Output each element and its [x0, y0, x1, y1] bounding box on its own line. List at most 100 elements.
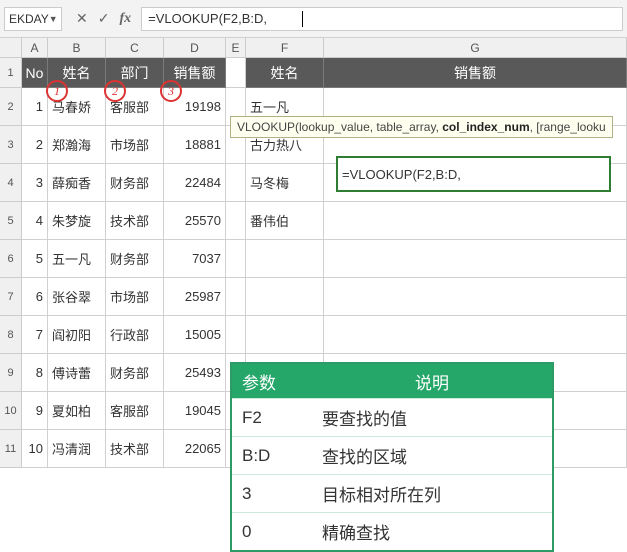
lookup-name[interactable]: 番伟伯 — [246, 202, 324, 240]
cell-dept[interactable]: 客服部 — [106, 392, 164, 430]
row-number[interactable]: 1 — [0, 58, 22, 88]
params-key: F2 — [232, 399, 312, 436]
formula-tooltip: VLOOKUP(lookup_value, table_array, col_i… — [230, 116, 613, 138]
row-number[interactable]: 3 — [0, 126, 22, 164]
confirm-icon[interactable]: ✓ — [98, 10, 110, 27]
cell-sales[interactable]: 22484 — [164, 164, 226, 202]
cancel-icon[interactable]: ✕ — [76, 10, 88, 27]
empty-cell[interactable] — [226, 164, 246, 202]
empty-cell[interactable] — [324, 240, 627, 278]
cell-sales[interactable]: 19045 — [164, 392, 226, 430]
cell-dept[interactable]: 行政部 — [106, 316, 164, 354]
chevron-down-icon[interactable]: ▼ — [49, 14, 58, 24]
row-number[interactable]: 11 — [0, 430, 22, 468]
params-val: 精确查找 — [312, 513, 552, 550]
formula-bar-input[interactable]: =VLOOKUP(F2,B:D, — [141, 7, 623, 31]
cell-name[interactable]: 傅诗蕾 — [48, 354, 106, 392]
text-caret — [302, 11, 303, 27]
column-headers: A B C D E F G — [0, 38, 627, 58]
cell-name[interactable]: 朱梦旋 — [48, 202, 106, 240]
cell-name[interactable]: 五一凡 — [48, 240, 106, 278]
formula-bar-text: =VLOOKUP(F2,B:D, — [148, 11, 267, 26]
cell-dept[interactable]: 技术部 — [106, 430, 164, 468]
cell-sales[interactable]: 25493 — [164, 354, 226, 392]
empty-cell[interactable] — [226, 240, 246, 278]
cell-no[interactable]: 6 — [22, 278, 48, 316]
cell-no[interactable]: 7 — [22, 316, 48, 354]
col-header-f[interactable]: F — [246, 38, 324, 57]
header-sales: 销售额 — [164, 58, 226, 88]
lookup-result-cell[interactable] — [324, 202, 627, 240]
empty-cell[interactable] — [324, 278, 627, 316]
cell-no[interactable]: 5 — [22, 240, 48, 278]
col-header-d[interactable]: D — [164, 38, 226, 57]
params-key: B:D — [232, 437, 312, 474]
cell-dept[interactable]: 市场部 — [106, 126, 164, 164]
cell-name[interactable]: 马春娇 — [48, 88, 106, 126]
cell-sales[interactable]: 18881 — [164, 126, 226, 164]
col-header-c[interactable]: C — [106, 38, 164, 57]
col-header-e[interactable]: E — [226, 38, 246, 57]
corner-cell[interactable] — [0, 38, 22, 57]
params-header-val: 说明 — [312, 364, 552, 398]
cell-dept[interactable]: 技术部 — [106, 202, 164, 240]
params-header-key: 参数 — [232, 364, 312, 398]
cell-sales[interactable]: 25987 — [164, 278, 226, 316]
row-number[interactable]: 8 — [0, 316, 22, 354]
name-box-value: EKDAY — [9, 12, 49, 26]
cell-name[interactable]: 夏如柏 — [48, 392, 106, 430]
cell-dept[interactable]: 财务部 — [106, 240, 164, 278]
cell-no[interactable]: 4 — [22, 202, 48, 240]
cell-sales[interactable]: 25570 — [164, 202, 226, 240]
fx-icon[interactable]: fx — [119, 11, 131, 27]
row-number[interactable]: 2 — [0, 88, 22, 126]
name-box[interactable]: EKDAY ▼ — [4, 7, 62, 31]
cell-no[interactable]: 3 — [22, 164, 48, 202]
cell-no[interactable]: 9 — [22, 392, 48, 430]
row-number[interactable]: 4 — [0, 164, 22, 202]
params-row: 3 目标相对所在列 — [232, 474, 552, 512]
empty-cell[interactable] — [246, 240, 324, 278]
cell-no[interactable]: 2 — [22, 126, 48, 164]
cell-no[interactable]: 10 — [22, 430, 48, 468]
active-cell-editor[interactable]: =VLOOKUP(F2,B:D, — [336, 156, 611, 192]
col-header-a[interactable]: A — [22, 38, 48, 57]
row-number[interactable]: 5 — [0, 202, 22, 240]
col-header-g[interactable]: G — [324, 38, 627, 57]
cell-sales[interactable]: 7037 — [164, 240, 226, 278]
col-header-b[interactable]: B — [48, 38, 106, 57]
empty-cell[interactable] — [324, 316, 627, 354]
lookup-name[interactable]: 马冬梅 — [246, 164, 324, 202]
cell-dept[interactable]: 财务部 — [106, 164, 164, 202]
empty-cell[interactable] — [226, 202, 246, 240]
empty-cell[interactable] — [226, 58, 246, 88]
params-val: 查找的区域 — [312, 437, 552, 474]
lookup-header-name: 姓名 — [246, 58, 324, 88]
row-number[interactable]: 7 — [0, 278, 22, 316]
table-row: 6 5 五一凡 财务部 7037 — [0, 240, 627, 278]
cell-dept[interactable]: 财务部 — [106, 354, 164, 392]
row-number[interactable]: 10 — [0, 392, 22, 430]
cell-sales[interactable]: 19198 — [164, 88, 226, 126]
cell-no[interactable]: 1 — [22, 88, 48, 126]
cell-name[interactable]: 薛痴香 — [48, 164, 106, 202]
active-cell-text: =VLOOKUP(F2,B:D, — [342, 167, 461, 182]
row-number[interactable]: 6 — [0, 240, 22, 278]
cell-name[interactable]: 张谷翠 — [48, 278, 106, 316]
empty-cell[interactable] — [226, 316, 246, 354]
cell-name[interactable]: 冯清润 — [48, 430, 106, 468]
cell-sales[interactable]: 22065 — [164, 430, 226, 468]
params-row: F2 要查找的值 — [232, 398, 552, 436]
table-row: 7 6 张谷翠 市场部 25987 — [0, 278, 627, 316]
empty-cell[interactable] — [246, 278, 324, 316]
cell-name[interactable]: 阎初阳 — [48, 316, 106, 354]
cell-name[interactable]: 郑瀚海 — [48, 126, 106, 164]
cell-no[interactable]: 8 — [22, 354, 48, 392]
cell-sales[interactable]: 15005 — [164, 316, 226, 354]
cell-dept[interactable]: 市场部 — [106, 278, 164, 316]
empty-cell[interactable] — [226, 278, 246, 316]
row-number[interactable]: 9 — [0, 354, 22, 392]
formula-bar-row: EKDAY ▼ ✕ ✓ fx =VLOOKUP(F2,B:D, — [0, 0, 627, 38]
cell-dept[interactable]: 客服部 — [106, 88, 164, 126]
empty-cell[interactable] — [246, 316, 324, 354]
